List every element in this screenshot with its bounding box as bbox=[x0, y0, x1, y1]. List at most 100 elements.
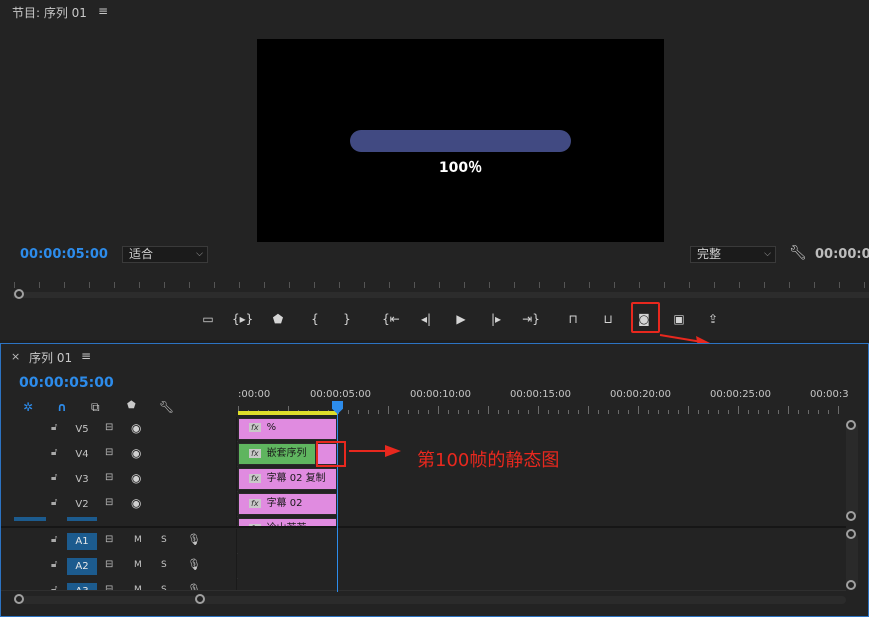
add-marker-icon[interactable]: ⬟ bbox=[268, 310, 288, 328]
go-to-in-icon[interactable]: {⇤ bbox=[381, 310, 401, 328]
sync-lock-icon[interactable]: ⊟ bbox=[105, 422, 113, 433]
safe-margins-icon[interactable]: ▭ bbox=[198, 310, 218, 328]
work-area-bar[interactable] bbox=[238, 411, 337, 415]
audio-track-row: 🔓︎ A2 ⊟ M S 🎙︎ bbox=[1, 554, 846, 579]
monitor-time-ruler[interactable] bbox=[14, 282, 869, 288]
track-name-v4[interactable]: V4 bbox=[67, 446, 97, 463]
timeline-clip[interactable]: fx冷山若若 bbox=[238, 518, 337, 526]
step-back-icon[interactable]: ◂| bbox=[416, 310, 436, 328]
timeline-clip[interactable]: fx 嵌套序列 bbox=[238, 443, 316, 465]
ruler-tick bbox=[64, 282, 65, 288]
sync-lock-icon[interactable]: ⊟ bbox=[105, 534, 113, 545]
sync-lock-icon[interactable]: ⊟ bbox=[105, 447, 113, 458]
microphone-icon[interactable]: 🎙︎ bbox=[187, 533, 201, 546]
clip-label: 嵌套序列 bbox=[266, 448, 307, 459]
lock-icon[interactable]: 🔓︎ bbox=[51, 472, 57, 483]
nest-snap-icon[interactable]: ✲ bbox=[23, 400, 33, 414]
comparison-view-icon[interactable]: ▣ bbox=[669, 310, 689, 328]
mark-in-icon[interactable]: { bbox=[305, 310, 325, 328]
mark-out-icon[interactable]: } bbox=[337, 310, 357, 328]
timeline-clip[interactable]: fx% bbox=[238, 418, 337, 440]
timeline-settings-wrench-icon[interactable]: 🔧︎ bbox=[159, 400, 174, 414]
track-name-a3[interactable]: A3 bbox=[67, 583, 97, 590]
lock-icon[interactable]: 🔓︎ bbox=[51, 534, 57, 545]
ruler-tick bbox=[689, 282, 690, 288]
playhead-timecode[interactable]: 00:00:05:00 bbox=[20, 247, 108, 262]
eye-visibility-icon[interactable]: ◉ bbox=[131, 471, 141, 485]
mute-button[interactable]: M bbox=[134, 585, 142, 590]
lift-icon[interactable]: ⊓ bbox=[563, 310, 583, 328]
add-marker-icon[interactable]: ⬟ bbox=[127, 400, 136, 411]
timeline-clip[interactable]: fx 字幕 02 复制 bbox=[238, 468, 337, 490]
hscroll-handle-right[interactable] bbox=[195, 594, 205, 604]
close-icon[interactable]: × bbox=[11, 350, 20, 363]
fx-badge-icon: fx bbox=[249, 423, 261, 432]
track-name-v1[interactable] bbox=[67, 517, 97, 521]
track-name-a1[interactable]: A1 bbox=[67, 533, 97, 550]
ruler-tick bbox=[778, 410, 779, 414]
lock-icon[interactable]: 🔓︎ bbox=[51, 497, 57, 508]
eye-visibility-icon[interactable]: ◉ bbox=[131, 496, 141, 510]
track-name-v3[interactable]: V3 bbox=[67, 471, 97, 488]
ruler-tick bbox=[818, 410, 819, 414]
timeline-playhead-line[interactable] bbox=[337, 410, 338, 592]
hscroll-handle-left[interactable] bbox=[14, 594, 24, 604]
monitor-scrub-bar[interactable] bbox=[13, 292, 869, 298]
ruler-tick bbox=[698, 410, 699, 414]
extract-icon[interactable]: ⊔ bbox=[598, 310, 618, 328]
eye-visibility-icon[interactable]: ◉ bbox=[131, 421, 141, 435]
track-target-v1[interactable] bbox=[14, 517, 46, 521]
lock-icon[interactable]: 🔓︎ bbox=[51, 422, 57, 433]
microphone-icon[interactable]: 🎙︎ bbox=[187, 558, 201, 571]
video-vertical-scrollbar[interactable] bbox=[846, 422, 858, 517]
timeline-timecode[interactable]: 00:00:05:00 bbox=[19, 375, 114, 391]
solo-button[interactable]: S bbox=[161, 560, 167, 570]
microphone-icon[interactable]: 🎙︎ bbox=[187, 583, 201, 590]
sync-lock-icon[interactable]: ⊟ bbox=[105, 472, 113, 483]
lock-icon[interactable]: 🔓︎ bbox=[51, 559, 57, 570]
program-monitor-panel: 节目: 序列 01 ≡ 100％ 00:00:05:00 适合 ⌵ 完整 ⌵ 🔧… bbox=[0, 0, 869, 365]
sync-lock-icon[interactable]: ⊟ bbox=[105, 584, 113, 590]
step-forward-icon[interactable]: |▸ bbox=[486, 310, 506, 328]
timeline-tab-title[interactable]: 序列 01 bbox=[29, 349, 72, 366]
timeline-clip[interactable]: fx 字幕 02 bbox=[238, 493, 337, 515]
track-name-v5[interactable]: V5 bbox=[67, 421, 97, 438]
export-share-icon[interactable]: ⇪ bbox=[703, 310, 723, 328]
eye-visibility-icon[interactable]: ◉ bbox=[131, 446, 141, 460]
hamburger-menu-icon[interactable]: ≡ bbox=[98, 4, 108, 18]
linked-selection-icon[interactable]: ⧉ bbox=[91, 400, 100, 415]
timeline-horizontal-scrollbar[interactable] bbox=[19, 596, 846, 604]
ruler-tick bbox=[758, 410, 759, 414]
audio-vscroll-handle-bottom[interactable] bbox=[846, 580, 856, 590]
ruler-tick bbox=[748, 410, 749, 414]
track-name-a2[interactable]: A2 bbox=[67, 558, 97, 575]
lock-icon[interactable]: 🔓︎ bbox=[51, 447, 57, 458]
hamburger-menu-icon[interactable]: ≡ bbox=[81, 349, 91, 363]
vscroll-handle-bottom[interactable] bbox=[846, 511, 856, 521]
ruler-tick bbox=[738, 406, 739, 414]
track-name-v2[interactable]: V2 bbox=[67, 496, 97, 513]
vscroll-handle-top[interactable] bbox=[846, 420, 856, 430]
quality-dropdown[interactable]: 完整 ⌵ bbox=[690, 246, 776, 263]
mute-button[interactable]: M bbox=[134, 535, 142, 545]
ruler-tick bbox=[598, 410, 599, 414]
lock-icon[interactable]: 🔓︎ bbox=[51, 584, 57, 590]
video-audio-divider[interactable] bbox=[1, 526, 846, 528]
play-icon[interactable]: ▶ bbox=[451, 310, 471, 328]
solo-button[interactable]: S bbox=[161, 585, 167, 590]
mute-button[interactable]: M bbox=[134, 560, 142, 570]
audio-vscroll-handle-top[interactable] bbox=[846, 529, 856, 539]
sync-lock-icon[interactable]: ⊟ bbox=[105, 497, 113, 508]
wrench-settings-icon[interactable]: 🔧︎ bbox=[789, 245, 807, 261]
go-to-out-icon[interactable]: ⇥} bbox=[521, 310, 541, 328]
step-in-out-icon[interactable]: {▸} bbox=[232, 310, 253, 328]
solo-button[interactable]: S bbox=[161, 535, 167, 545]
audio-track-row: 🔓︎ A1 ⊟ M S 🎙︎ bbox=[1, 529, 846, 554]
monitor-playhead-handle[interactable] bbox=[14, 289, 24, 299]
program-monitor-title[interactable]: 节目: 序列 01 bbox=[12, 4, 87, 21]
snap-magnet-icon[interactable]: ∩ bbox=[57, 400, 67, 414]
fit-dropdown[interactable]: 适合 ⌵ bbox=[122, 246, 208, 263]
sync-lock-icon[interactable]: ⊟ bbox=[105, 559, 113, 570]
track-content bbox=[238, 554, 846, 579]
ruler-tick bbox=[589, 282, 590, 288]
